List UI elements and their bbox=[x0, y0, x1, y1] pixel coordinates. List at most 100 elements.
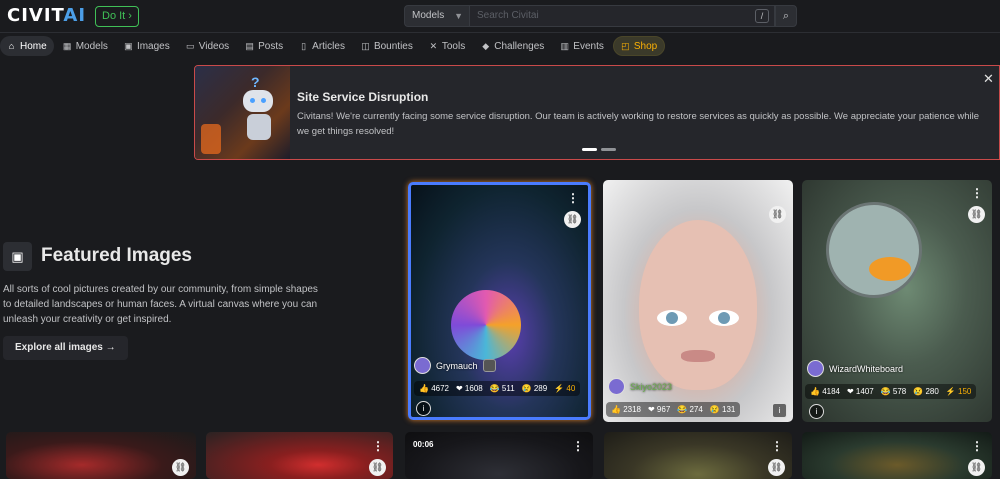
video-card[interactable]: 00:06 ⋮ bbox=[405, 432, 593, 479]
nav-label: Videos bbox=[198, 40, 230, 52]
image-card[interactable]: ⋮ ⛓ bbox=[604, 432, 792, 479]
more-options-icon[interactable]: ⋮ bbox=[572, 440, 584, 452]
cry-count-value: 280 bbox=[925, 387, 939, 396]
info-icon[interactable]: i bbox=[416, 401, 431, 416]
face-eye-left bbox=[657, 310, 687, 326]
shop-icon: ◰ bbox=[621, 40, 630, 51]
goldfish-shape bbox=[869, 257, 911, 281]
buzz-count[interactable]: ⚡ 150 bbox=[946, 387, 972, 396]
laugh-count[interactable]: 😂 578 bbox=[881, 387, 907, 396]
image-card[interactable]: ⋮ ⛓ Grymauch 👍 4672 ❤ 1608 😂 511 😢 289 ⚡… bbox=[408, 182, 591, 420]
username: Grymauch bbox=[436, 360, 478, 371]
carousel-dot[interactable] bbox=[601, 148, 616, 151]
card-user[interactable]: Grymauch bbox=[414, 357, 496, 374]
nav-item-articles[interactable]: ▯ Articles bbox=[292, 36, 352, 56]
snail-image-shape bbox=[451, 290, 521, 360]
nav-item-images[interactable]: ▣ Images bbox=[117, 36, 177, 56]
like-count[interactable]: 👍 4672 bbox=[419, 384, 449, 393]
heart-count[interactable]: ❤ 1608 bbox=[456, 384, 483, 393]
face-iris bbox=[666, 312, 678, 324]
nav-item-models[interactable]: ▦ Models bbox=[56, 36, 115, 56]
laugh-count[interactable]: 😂 274 bbox=[677, 405, 703, 414]
image-card[interactable]: ⛓ bbox=[6, 432, 196, 479]
laugh-count-value: 274 bbox=[689, 405, 703, 414]
main-nav: ⌂ Home ▦ Models ▣ Images ▭ Videos ▤ Posts ▯ Ar… bbox=[0, 36, 666, 57]
bounties-icon: ◫ bbox=[361, 40, 370, 51]
video-duration: 00:06 bbox=[413, 440, 434, 449]
link-icon[interactable]: ⛓ bbox=[369, 459, 386, 476]
nav-label: Tools bbox=[441, 40, 466, 52]
more-options-icon[interactable]: ⋮ bbox=[567, 192, 579, 204]
search-scope-select[interactable]: Models ▼ bbox=[404, 5, 470, 27]
videos-icon: ▭ bbox=[185, 40, 195, 51]
card-user[interactable]: WizardWhiteboard bbox=[807, 360, 903, 377]
info-icon[interactable]: i bbox=[772, 403, 787, 418]
laugh-count-value: 578 bbox=[892, 387, 907, 396]
more-options-icon[interactable]: ⋮ bbox=[971, 440, 983, 452]
nav-item-posts[interactable]: ▤ Posts bbox=[238, 36, 290, 56]
nav-item-challenges[interactable]: ◆ Challenges bbox=[474, 36, 551, 56]
like-count-value: 4184 bbox=[822, 387, 840, 396]
search-icon[interactable]: ⌕ bbox=[775, 5, 797, 27]
buzz-count-value: 40 bbox=[566, 384, 576, 393]
laugh-count[interactable]: 😂 511 bbox=[490, 384, 515, 393]
face-lips bbox=[681, 350, 715, 362]
image-card[interactable]: ⛓ Skiyo2023 👍 2318 ❤ 967 😂 274 😢 131 i bbox=[603, 180, 793, 422]
challenges-icon: ◆ bbox=[482, 40, 490, 51]
buzz-count[interactable]: ⚡ 40 bbox=[554, 384, 575, 393]
like-count[interactable]: 👍 2318 bbox=[611, 405, 641, 414]
home-icon: ⌂ bbox=[8, 41, 15, 51]
nav-item-home[interactable]: ⌂ Home bbox=[0, 36, 54, 56]
link-icon[interactable]: ⛓ bbox=[768, 459, 785, 476]
info-icon[interactable]: i bbox=[809, 404, 824, 419]
image-card[interactable]: ⋮ ⛓ bbox=[802, 432, 992, 479]
link-icon[interactable]: ⛓ bbox=[172, 459, 189, 476]
nav-item-tools[interactable]: ✕ Tools bbox=[422, 36, 472, 56]
cry-count[interactable]: 😢 289 bbox=[522, 384, 548, 393]
civitai-logo[interactable]: CIVITAI bbox=[7, 7, 86, 25]
nav-item-videos[interactable]: ▭ Videos bbox=[179, 36, 236, 56]
laugh-count-value: 511 bbox=[501, 384, 515, 393]
search-input[interactable]: Search Civitai / bbox=[470, 5, 775, 27]
cry-count-value: 131 bbox=[722, 405, 736, 414]
nav-item-shop[interactable]: ◰ Shop bbox=[612, 36, 666, 56]
more-options-icon[interactable]: ⋮ bbox=[771, 440, 783, 452]
nav-label: Home bbox=[20, 40, 47, 52]
nav-item-bounties[interactable]: ◫ Bounties bbox=[354, 36, 420, 56]
avatar bbox=[807, 360, 824, 377]
explore-all-images-button[interactable]: Explore all images → bbox=[3, 336, 128, 360]
buzz-count-value: 150 bbox=[958, 387, 972, 396]
robot-head bbox=[243, 90, 273, 112]
images-icon: ▣ bbox=[124, 40, 133, 51]
nav-label: Images bbox=[136, 40, 170, 52]
events-icon: ▥ bbox=[560, 40, 570, 51]
cry-count[interactable]: 😢 131 bbox=[710, 405, 736, 414]
reaction-stats: 👍 4672 ❤ 1608 😂 511 😢 289 ⚡ 40 bbox=[414, 381, 581, 396]
user-badge-icon bbox=[482, 359, 496, 372]
logo-accent-text: AI bbox=[63, 5, 87, 26]
link-icon[interactable]: ⛓ bbox=[968, 206, 985, 223]
card-user[interactable]: Skiyo2023 bbox=[608, 378, 672, 395]
like-count[interactable]: 👍 4184 bbox=[810, 387, 840, 396]
more-options-icon[interactable]: ⋮ bbox=[372, 440, 384, 452]
close-icon[interactable]: ✕ bbox=[983, 71, 994, 87]
cry-count[interactable]: 😢 280 bbox=[913, 387, 939, 396]
nav-item-events[interactable]: ▥ Events bbox=[553, 36, 611, 56]
link-icon[interactable]: ⛓ bbox=[564, 211, 581, 228]
search-placeholder: Search Civitai bbox=[477, 10, 539, 21]
link-icon[interactable]: ⛓ bbox=[968, 459, 985, 476]
link-icon[interactable]: ⛓ bbox=[769, 206, 786, 223]
nav-label: Events bbox=[573, 40, 604, 52]
carousel-dot-active[interactable] bbox=[582, 148, 597, 151]
tools-icon: ✕ bbox=[429, 40, 438, 51]
more-options-icon[interactable]: ⋮ bbox=[971, 187, 983, 199]
robot-eye-right bbox=[261, 98, 266, 103]
username: Skiyo2023 bbox=[630, 381, 673, 392]
do-it-button[interactable]: Do It › bbox=[95, 6, 139, 27]
posts-icon: ▤ bbox=[245, 40, 254, 51]
image-card[interactable]: ⋮ ⛓ bbox=[206, 432, 393, 479]
section-title: Featured Images bbox=[41, 245, 192, 266]
heart-count[interactable]: ❤ 967 bbox=[648, 405, 670, 414]
heart-count[interactable]: ❤ 1407 bbox=[847, 387, 874, 396]
image-card[interactable]: ⋮ ⛓ WizardWhiteboard 👍 4184 ❤ 1407 😂 578… bbox=[802, 180, 992, 422]
